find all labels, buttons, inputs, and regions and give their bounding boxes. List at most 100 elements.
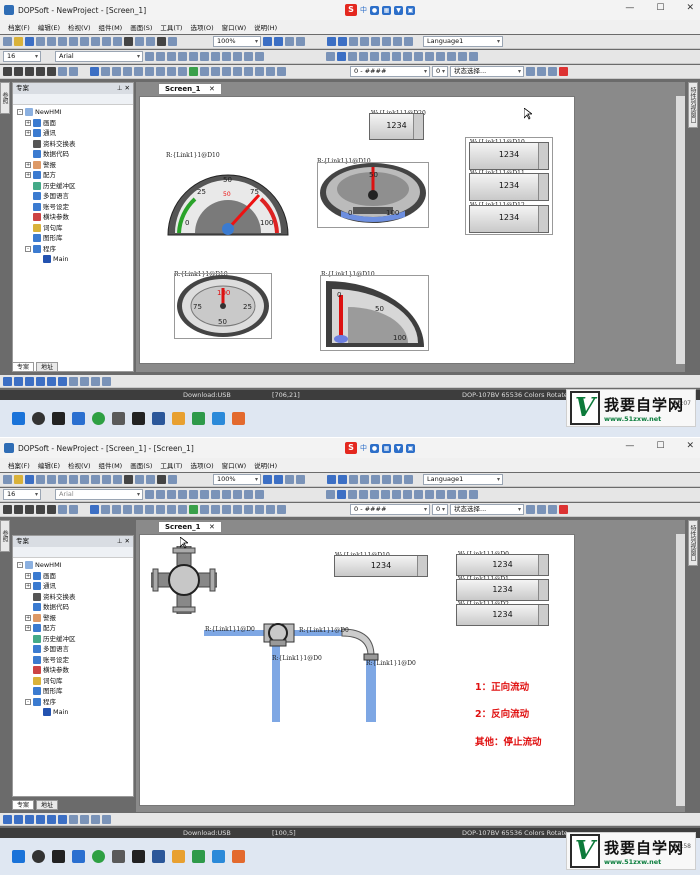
italic-icon[interactable] bbox=[211, 490, 220, 499]
app-icon-dark[interactable] bbox=[132, 850, 145, 863]
upload-icon[interactable] bbox=[135, 37, 144, 46]
text-color-icon[interactable] bbox=[145, 490, 154, 499]
align-right-edge-icon[interactable] bbox=[25, 814, 34, 824]
align-hcenter-icon[interactable] bbox=[14, 376, 23, 386]
side-tab-properties[interactable]: 特性列视窗口 bbox=[688, 520, 698, 566]
monitor-icon[interactable] bbox=[157, 37, 166, 46]
rotate-left-icon[interactable] bbox=[327, 37, 336, 46]
space-h-icon[interactable] bbox=[425, 52, 434, 61]
same-size-icon[interactable] bbox=[392, 490, 401, 499]
align-left-edge-icon[interactable] bbox=[3, 814, 12, 824]
pipe-tool-icon[interactable] bbox=[123, 67, 132, 76]
menu-tools[interactable]: 工具(T) bbox=[160, 22, 182, 32]
close-button[interactable]: ✕ bbox=[686, 3, 694, 13]
state-delete-icon[interactable] bbox=[559, 505, 568, 514]
menu-edit[interactable]: 编辑(E) bbox=[38, 460, 60, 470]
undo-icon[interactable] bbox=[47, 475, 56, 484]
state-next-icon[interactable] bbox=[537, 67, 546, 76]
tree-item-comm[interactable]: + 通讯 bbox=[17, 128, 133, 139]
polygon-icon[interactable] bbox=[36, 505, 45, 514]
ime-toolbar[interactable]: S 中 ● ▦ ▼ ▣ bbox=[345, 442, 415, 454]
layer-icon[interactable] bbox=[102, 376, 111, 386]
same-size-icon[interactable] bbox=[392, 52, 401, 61]
pie-tool-icon[interactable] bbox=[134, 505, 143, 514]
font-size-select[interactable]: 16 bbox=[3, 51, 41, 62]
font-name-select[interactable]: Arial bbox=[55, 489, 143, 500]
space-evenly-icon[interactable] bbox=[80, 376, 89, 386]
ungroup-icon[interactable] bbox=[371, 475, 380, 484]
tree-item-main[interactable]: Main bbox=[17, 254, 133, 265]
app-icon-dark[interactable] bbox=[132, 412, 145, 425]
settings-icon[interactable] bbox=[168, 37, 177, 46]
datetime-tool-icon[interactable] bbox=[244, 505, 253, 514]
menu-tools[interactable]: 工具(T) bbox=[160, 460, 182, 470]
tree-item-program[interactable]: - 程序 bbox=[17, 244, 133, 255]
state-num-select[interactable]: 0 bbox=[432, 504, 448, 515]
word-icon[interactable] bbox=[152, 850, 165, 863]
char-input-icon[interactable] bbox=[222, 67, 231, 76]
grid-icon[interactable]: ▣ bbox=[406, 443, 415, 453]
rect-icon[interactable] bbox=[14, 505, 23, 514]
strike-icon[interactable] bbox=[233, 52, 242, 61]
tree-item-screens[interactable]: + 画面 bbox=[17, 118, 133, 129]
paste-icon[interactable] bbox=[91, 37, 100, 46]
shirt-icon[interactable]: ▼ bbox=[394, 5, 403, 15]
table-tool-icon[interactable] bbox=[200, 505, 209, 514]
tree-item-module[interactable]: 横块参数 bbox=[17, 665, 133, 676]
space-v-icon[interactable] bbox=[436, 52, 445, 61]
font-shrink-icon[interactable] bbox=[255, 52, 264, 61]
tree-item-history[interactable]: 历史缓冲区 bbox=[17, 181, 133, 192]
green-app-icon[interactable] bbox=[192, 850, 205, 863]
numeric-display[interactable]: 1234 bbox=[456, 554, 549, 576]
tree-item-history[interactable]: 历史缓冲区 bbox=[17, 634, 133, 645]
lock-icon[interactable] bbox=[382, 475, 391, 484]
numeric-display[interactable]: 1234 bbox=[369, 113, 424, 140]
animation-tool-icon[interactable] bbox=[178, 67, 187, 76]
redo-icon[interactable] bbox=[58, 37, 67, 46]
minimize-button[interactable]: — bbox=[625, 441, 634, 451]
state-prev-icon[interactable] bbox=[526, 505, 535, 514]
order-icon[interactable] bbox=[447, 490, 456, 499]
align-vcenter-icon[interactable] bbox=[47, 814, 56, 824]
align-objects-icon[interactable] bbox=[348, 490, 357, 499]
bitmap-icon[interactable] bbox=[58, 67, 67, 76]
language-select[interactable]: Language1 bbox=[423, 474, 503, 485]
back-icon[interactable] bbox=[404, 475, 413, 484]
ime-lang[interactable]: 中 bbox=[360, 443, 367, 453]
upload-icon[interactable] bbox=[135, 475, 144, 484]
zoom-in-icon[interactable] bbox=[263, 37, 272, 46]
tree-item-recipe[interactable]: + 配方 bbox=[17, 170, 133, 181]
distribute-icon[interactable] bbox=[359, 490, 368, 499]
scale-icon[interactable] bbox=[69, 505, 78, 514]
sample-tool-icon[interactable] bbox=[156, 505, 165, 514]
select-tool-icon[interactable] bbox=[337, 52, 346, 61]
align-top-edge-icon[interactable] bbox=[36, 814, 45, 824]
font-size-select[interactable]: 16 bbox=[3, 489, 41, 500]
settings-icon[interactable] bbox=[168, 475, 177, 484]
close-button[interactable]: ✕ bbox=[686, 441, 694, 451]
browser-icon[interactable] bbox=[92, 412, 105, 425]
tree-item-multilang[interactable]: 多国语言 bbox=[17, 644, 133, 655]
redo-icon[interactable] bbox=[58, 475, 67, 484]
tree-item-account[interactable]: 账号设定 bbox=[17, 202, 133, 213]
monitor-icon[interactable] bbox=[157, 475, 166, 484]
menu-view[interactable]: 检视(V) bbox=[68, 22, 91, 32]
format-select[interactable]: 0 - #### bbox=[350, 66, 430, 77]
text-bg-icon[interactable] bbox=[156, 52, 165, 61]
numeric-input-icon[interactable] bbox=[211, 67, 220, 76]
taskview-icon[interactable] bbox=[52, 850, 65, 863]
list-tool-icon[interactable] bbox=[255, 67, 264, 76]
lamp-tool-icon[interactable] bbox=[145, 505, 154, 514]
find-icon[interactable] bbox=[102, 37, 111, 46]
align-left-edge-icon[interactable] bbox=[3, 376, 12, 386]
align-right-edge-icon[interactable] bbox=[25, 376, 34, 386]
back-icon[interactable] bbox=[404, 37, 413, 46]
animation-tool-icon[interactable] bbox=[178, 505, 187, 514]
menu-screen[interactable]: 画面(S) bbox=[130, 22, 152, 32]
table-tool-icon[interactable] bbox=[200, 67, 209, 76]
menu-component[interactable]: 组件(M) bbox=[99, 460, 123, 470]
zoom-select[interactable]: 100% bbox=[213, 36, 261, 47]
text-color-icon[interactable] bbox=[145, 52, 154, 61]
underline-icon[interactable] bbox=[222, 490, 231, 499]
mic-icon[interactable]: ● bbox=[370, 443, 379, 453]
